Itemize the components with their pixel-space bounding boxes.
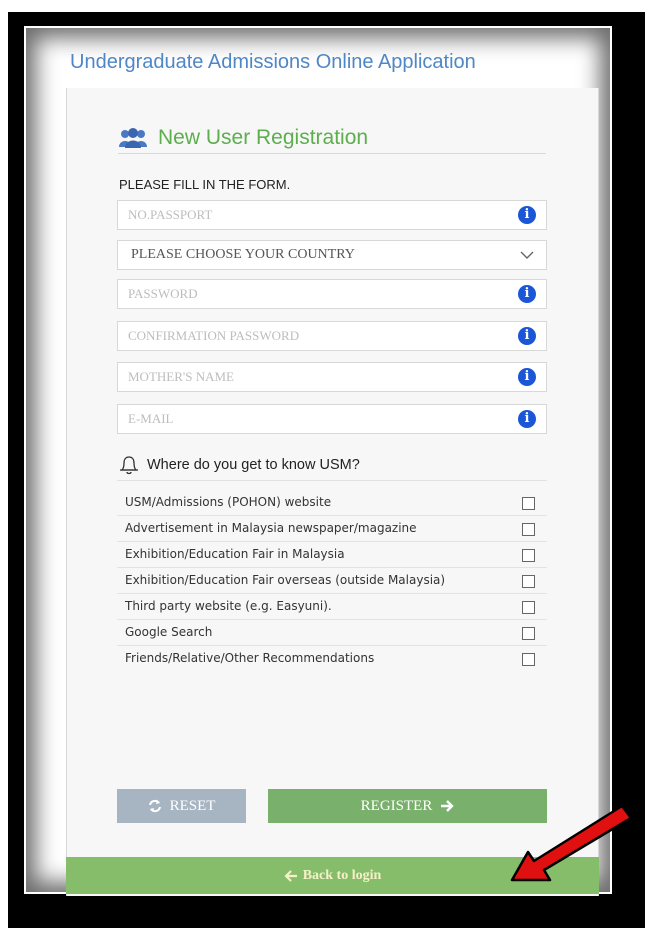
option-checkbox[interactable] bbox=[522, 653, 535, 666]
list-item: Exhibition/Education Fair in Malaysia bbox=[117, 542, 547, 568]
reset-label: RESET bbox=[169, 797, 216, 814]
info-icon[interactable]: i bbox=[518, 285, 536, 303]
mother-name-input[interactable] bbox=[128, 369, 518, 385]
bell-icon bbox=[120, 455, 138, 474]
country-select[interactable]: PLEASE CHOOSE YOUR COUNTRY bbox=[117, 240, 547, 270]
users-icon bbox=[118, 127, 148, 149]
option-label: Advertisement in Malaysia newspaper/maga… bbox=[125, 521, 417, 535]
info-icon[interactable]: i bbox=[518, 368, 536, 386]
option-label: Google Search bbox=[125, 625, 213, 639]
option-checkbox[interactable] bbox=[522, 575, 535, 588]
password-input[interactable] bbox=[128, 286, 518, 302]
registration-title: New User Registration bbox=[158, 125, 369, 149]
info-icon[interactable]: i bbox=[518, 206, 536, 224]
option-label: Exhibition/Education Fair overseas (outs… bbox=[125, 573, 446, 587]
register-label: REGISTER bbox=[360, 797, 433, 814]
list-item: Friends/Relative/Other Recommendations bbox=[117, 646, 547, 671]
password-field[interactable]: i bbox=[117, 279, 547, 309]
list-item: Advertisement in Malaysia newspaper/maga… bbox=[117, 516, 547, 542]
reset-button[interactable]: RESET bbox=[117, 789, 246, 823]
option-checkbox[interactable] bbox=[522, 497, 535, 510]
survey-header: Where do you get to know USM? bbox=[117, 449, 547, 481]
list-item: USM/Admissions (POHON) website bbox=[117, 490, 547, 516]
chevron-down-icon bbox=[520, 251, 534, 259]
back-to-login-label: Back to login bbox=[302, 867, 382, 883]
email-field[interactable]: i bbox=[117, 404, 547, 434]
country-select-value: PLEASE CHOOSE YOUR COUNTRY bbox=[131, 247, 355, 262]
option-checkbox[interactable] bbox=[522, 549, 535, 562]
option-label: Friends/Relative/Other Recommendations bbox=[125, 651, 375, 665]
arrow-right-icon bbox=[441, 800, 455, 812]
option-checkbox[interactable] bbox=[522, 627, 535, 640]
option-checkbox[interactable] bbox=[522, 601, 535, 614]
list-item: Third party website (e.g. Easyuni). bbox=[117, 594, 547, 620]
refresh-icon bbox=[148, 799, 161, 813]
passport-field[interactable]: i bbox=[117, 200, 547, 230]
info-icon[interactable]: i bbox=[518, 327, 536, 345]
survey-options: USM/Admissions (POHON) website Advertise… bbox=[117, 490, 547, 671]
list-item: Exhibition/Education Fair overseas (outs… bbox=[117, 568, 547, 594]
email-input[interactable] bbox=[128, 411, 518, 427]
mother-name-field[interactable]: i bbox=[117, 362, 547, 392]
passport-input[interactable] bbox=[128, 207, 518, 223]
form-instruction: PLEASE FILL IN THE FORM. bbox=[119, 177, 291, 192]
page-title: Undergraduate Admissions Online Applicat… bbox=[70, 51, 476, 73]
option-label: Third party website (e.g. Easyuni). bbox=[125, 599, 332, 613]
option-checkbox[interactable] bbox=[522, 523, 535, 536]
info-icon[interactable]: i bbox=[518, 410, 536, 428]
option-label: USM/Admissions (POHON) website bbox=[125, 495, 332, 509]
option-label: Exhibition/Education Fair in Malaysia bbox=[125, 547, 345, 561]
list-item: Google Search bbox=[117, 620, 547, 646]
confirm-password-input[interactable] bbox=[128, 328, 518, 344]
survey-question: Where do you get to know USM? bbox=[147, 456, 360, 473]
red-arrow-annotation bbox=[510, 804, 633, 882]
confirm-password-field[interactable]: i bbox=[117, 321, 547, 351]
registration-header: New User Registration bbox=[118, 122, 546, 154]
arrow-left-icon bbox=[284, 869, 297, 882]
